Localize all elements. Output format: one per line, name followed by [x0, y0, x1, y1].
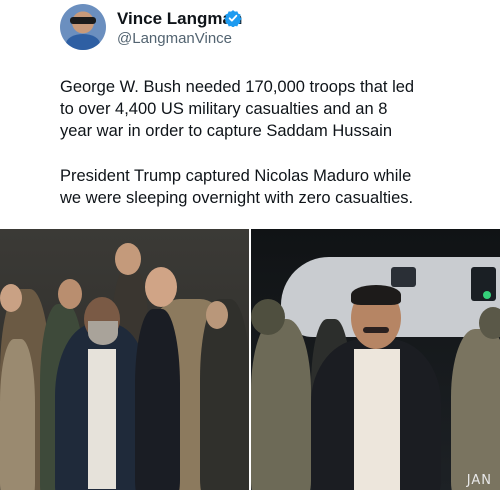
soldier-figure: [251, 319, 311, 490]
soldier-head: [0, 284, 22, 312]
soldier-head: [115, 243, 141, 275]
detainee-moustache: [363, 327, 389, 333]
detainee-shirt: [354, 349, 400, 490]
detainee-hair: [351, 285, 401, 305]
tweet-paragraph-2: President Trump captured Nicolas Maduro …: [60, 167, 414, 207]
soldier-figure: [200, 299, 249, 490]
soldier-helmet: [479, 307, 500, 339]
soldier-figure: [451, 329, 500, 490]
author-handle[interactable]: @LangmanVince: [117, 30, 232, 47]
photo-saddam-capture[interactable]: [0, 229, 249, 490]
photo-maduro-capture[interactable]: JAN: [251, 229, 500, 490]
detainee-shirt: [88, 349, 116, 489]
airplane-window: [391, 267, 416, 287]
tweet-media[interactable]: JAN: [0, 229, 500, 490]
soldier-figure: [0, 339, 35, 490]
green-light: [483, 291, 491, 299]
verified-badge-icon: [224, 10, 242, 27]
detainee-beard: [88, 321, 118, 345]
soldier-head: [58, 279, 82, 309]
soldier-head: [206, 301, 228, 329]
tweet-header: Vince Langman @LangmanVince: [0, 0, 500, 60]
tweet-paragraph-1: George W. Bush needed 170,000 troops tha…: [60, 78, 415, 140]
soldier-jacket: [135, 309, 180, 490]
soldier-head: [145, 267, 177, 307]
author-avatar[interactable]: [60, 4, 106, 50]
image-watermark: JAN: [466, 473, 492, 488]
soldier-helmet: [251, 299, 285, 335]
